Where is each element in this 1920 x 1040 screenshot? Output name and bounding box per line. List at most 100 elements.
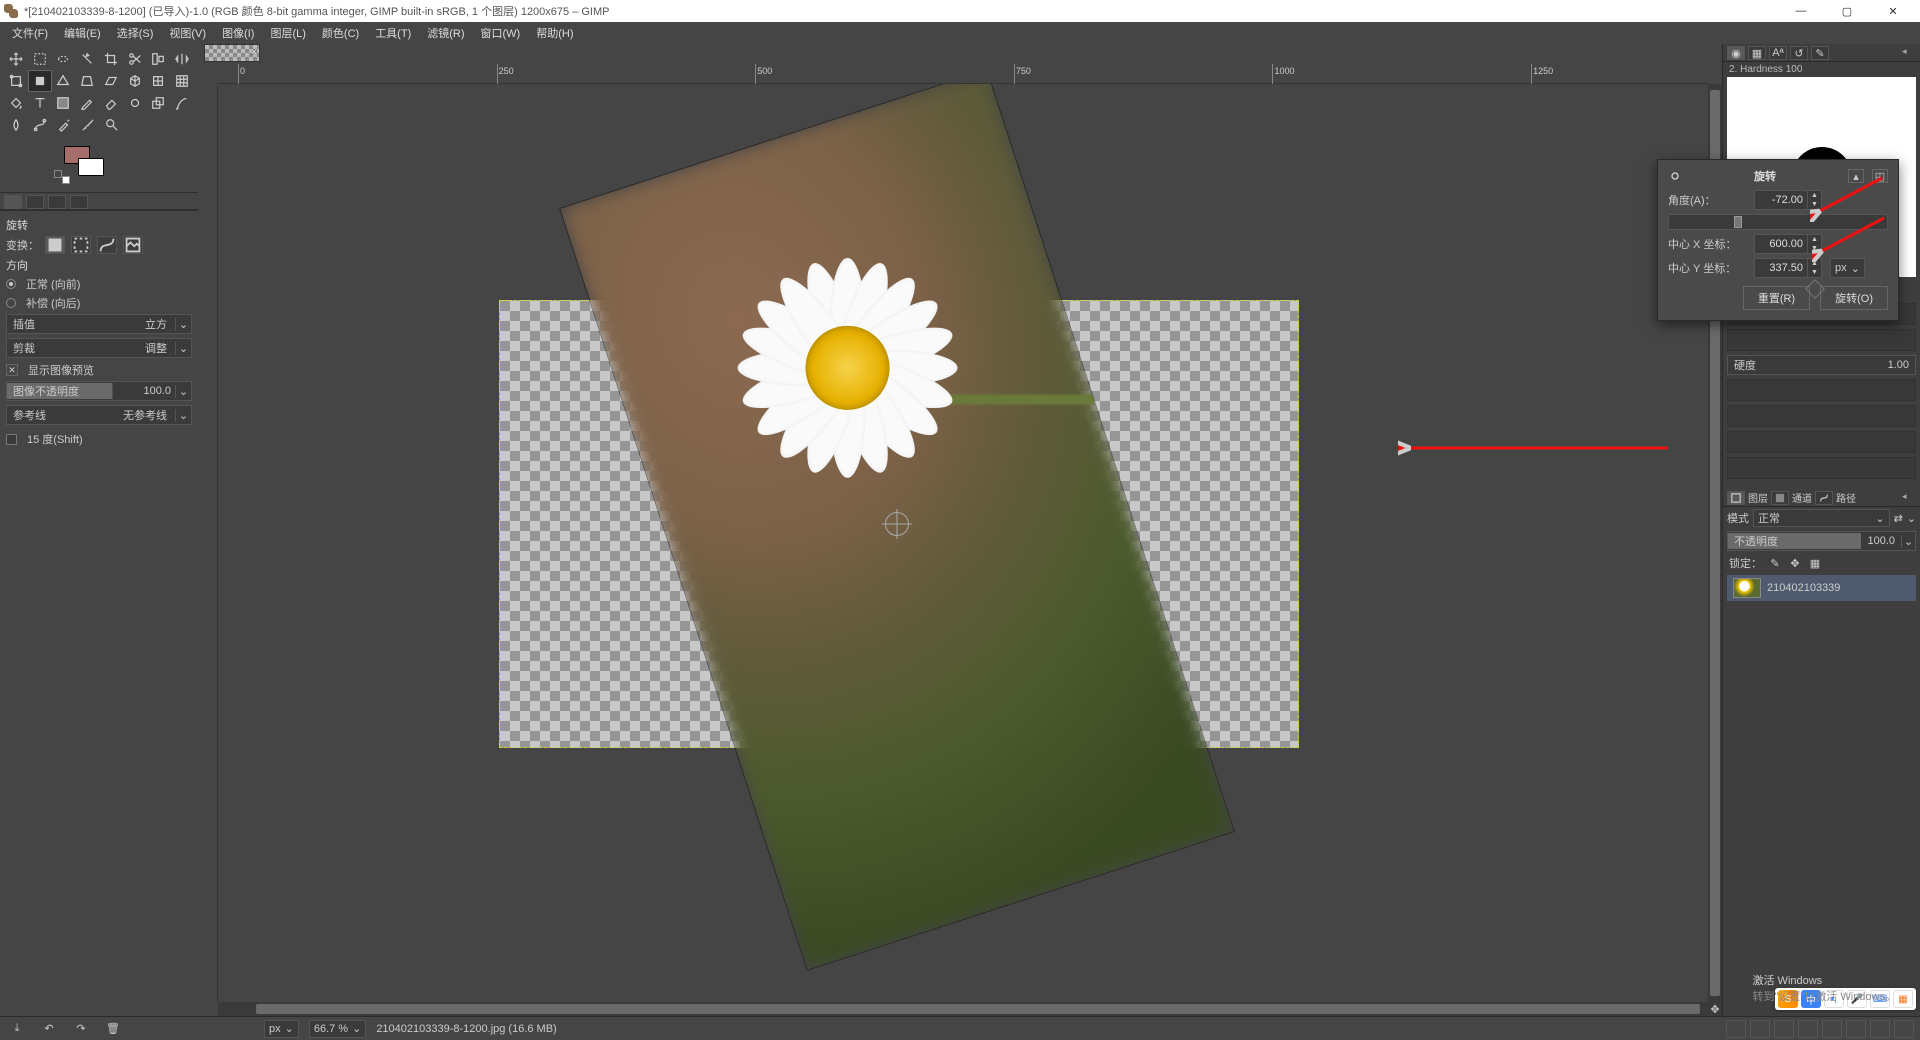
- sb-icon[interactable]: [1798, 1020, 1818, 1038]
- tab-tool-options[interactable]: [4, 195, 22, 209]
- scrollbar-horizontal[interactable]: [218, 1002, 1708, 1016]
- tab-fonts[interactable]: Aª: [1769, 46, 1787, 60]
- angle-input[interactable]: ▲▼: [1754, 190, 1822, 210]
- close-icon[interactable]: ×: [251, 47, 257, 58]
- lock-alpha-icon[interactable]: ▦: [1808, 556, 1822, 570]
- tool-align[interactable]: [147, 48, 171, 70]
- ruler-horizontal[interactable]: 025050075010001250: [218, 64, 1708, 84]
- sb-delete-icon[interactable]: 🗑: [102, 1020, 124, 1038]
- menu-view[interactable]: 视图(V): [161, 23, 214, 43]
- angle-field[interactable]: [1755, 194, 1807, 206]
- menu-file[interactable]: 文件(F): [4, 23, 56, 43]
- color-swatches[interactable]: [64, 146, 198, 186]
- menu-windows[interactable]: 窗口(W): [473, 23, 529, 43]
- tab-paint[interactable]: ✎: [1811, 46, 1829, 60]
- direction-corrective[interactable]: 补偿 (向后): [6, 295, 192, 311]
- menu-colors[interactable]: 颜色(C): [314, 23, 367, 43]
- spin-up-icon[interactable]: ▲: [1808, 191, 1821, 200]
- interpolation-select[interactable]: 插值 立方 ⌄: [6, 314, 192, 334]
- angle-slider[interactable]: [1668, 214, 1888, 230]
- maximize-button[interactable]: ▢: [1824, 0, 1870, 22]
- transform-layer-icon[interactable]: [45, 236, 65, 254]
- layer-opacity-slider[interactable]: 不透明度 100.0 ⌄: [1727, 531, 1916, 551]
- brush-slot[interactable]: [1727, 457, 1916, 479]
- clipping-select[interactable]: 剪裁 调整 ⌄: [6, 338, 192, 358]
- sb-icon[interactable]: [1774, 1020, 1794, 1038]
- tab-undo-history[interactable]: [48, 195, 66, 209]
- tool-path[interactable]: [28, 114, 52, 136]
- spin-down-icon[interactable]: ▼: [1808, 244, 1821, 253]
- rotate-dialog[interactable]: 旋转 ▴ ◰ 角度(A)： ▲▼ 中心 X 坐标：: [1657, 159, 1899, 321]
- hardness-field[interactable]: 硬度 1.00: [1727, 355, 1916, 375]
- image-tab[interactable]: ×: [204, 44, 260, 62]
- spin-up-icon[interactable]: ▲: [1808, 259, 1821, 268]
- sb-redo-icon[interactable]: ↷: [70, 1020, 92, 1038]
- tab-device-status[interactable]: [26, 195, 44, 209]
- center-x-field[interactable]: [1755, 238, 1807, 250]
- link-icon[interactable]: [1668, 169, 1682, 183]
- menu-tools[interactable]: 工具(T): [367, 23, 419, 43]
- canvas[interactable]: [218, 84, 1708, 1002]
- tool-fuzzy-select[interactable]: [75, 48, 99, 70]
- swap-colors-icon[interactable]: [54, 170, 62, 178]
- center-y-field[interactable]: [1755, 262, 1807, 274]
- unit-select[interactable]: px ⌄: [264, 1020, 299, 1038]
- show-preview-label[interactable]: 显示图像预览: [28, 362, 94, 378]
- tool-handle-transform[interactable]: [52, 70, 76, 92]
- tool-3d-transform[interactable]: [123, 70, 147, 92]
- menu-select[interactable]: 选择(S): [109, 23, 162, 43]
- ruler-vertical[interactable]: [198, 84, 218, 1002]
- transform-image-icon[interactable]: [123, 236, 143, 254]
- menu-filters[interactable]: 滤镜(R): [419, 23, 472, 43]
- tool-crop[interactable]: [99, 48, 123, 70]
- detach-button[interactable]: ◰: [1872, 169, 1888, 183]
- tab-channels[interactable]: [1771, 491, 1789, 505]
- tool-measure[interactable]: [76, 114, 100, 136]
- layer-mode-select[interactable]: 正常⌄: [1753, 509, 1890, 527]
- layer-item[interactable]: 210402103339: [1727, 575, 1916, 601]
- ime-grid-icon[interactable]: ▦: [1893, 990, 1913, 1008]
- brush-slot[interactable]: [1727, 379, 1916, 401]
- unit-select[interactable]: px⌄: [1830, 258, 1865, 278]
- configure-tab-icon[interactable]: ◂: [1902, 46, 1916, 59]
- tool-shear[interactable]: [99, 70, 123, 92]
- lock-pixels-icon[interactable]: ✎: [1768, 556, 1782, 570]
- sb-icon[interactable]: [1750, 1020, 1770, 1038]
- tool-clone[interactable]: [147, 92, 171, 114]
- lock-position-icon[interactable]: ✥: [1788, 556, 1802, 570]
- guides-select[interactable]: 参考线 无参考线 ⌄: [6, 405, 192, 425]
- tool-free-select[interactable]: [52, 48, 76, 70]
- tab-images[interactable]: [70, 195, 88, 209]
- rotate-button[interactable]: 旋转(O): [1820, 286, 1888, 310]
- tool-paintbrush[interactable]: [170, 92, 194, 114]
- brush-slot[interactable]: [1727, 329, 1916, 351]
- menu-layer[interactable]: 图层(L): [262, 23, 313, 43]
- tool-move[interactable]: [4, 48, 28, 70]
- direction-normal[interactable]: 正常 (向前): [6, 276, 192, 292]
- tab-layers[interactable]: [1727, 491, 1745, 505]
- tool-eraser[interactable]: [99, 92, 123, 114]
- tool-perspective[interactable]: [75, 70, 99, 92]
- brush-slot[interactable]: [1727, 431, 1916, 453]
- tool-rect-select[interactable]: [28, 48, 52, 70]
- tool-zoom[interactable]: [100, 114, 124, 136]
- menu-image[interactable]: 图像(I): [214, 23, 262, 43]
- sb-icon[interactable]: [1894, 1020, 1914, 1038]
- navigation-icon[interactable]: ✥: [1708, 1002, 1722, 1016]
- tab-patterns[interactable]: ▦: [1748, 46, 1766, 60]
- tool-mypaint[interactable]: [123, 92, 147, 114]
- tool-cage[interactable]: [147, 70, 171, 92]
- spin-up-icon[interactable]: ▲: [1808, 235, 1821, 244]
- transform-selection-icon[interactable]: [71, 236, 91, 254]
- shade-button[interactable]: ▴: [1848, 169, 1864, 183]
- tool-rotate[interactable]: [28, 70, 52, 92]
- tool-unified-transform[interactable]: [4, 70, 28, 92]
- sb-icon[interactable]: [1726, 1020, 1746, 1038]
- tab-paths[interactable]: [1815, 491, 1833, 505]
- tool-smudge[interactable]: [4, 114, 28, 136]
- tool-gradient[interactable]: [52, 92, 76, 114]
- tool-scissors[interactable]: [123, 48, 147, 70]
- background-color[interactable]: [78, 158, 104, 176]
- tool-text[interactable]: [28, 92, 52, 114]
- spin-down-icon[interactable]: ▼: [1808, 268, 1821, 277]
